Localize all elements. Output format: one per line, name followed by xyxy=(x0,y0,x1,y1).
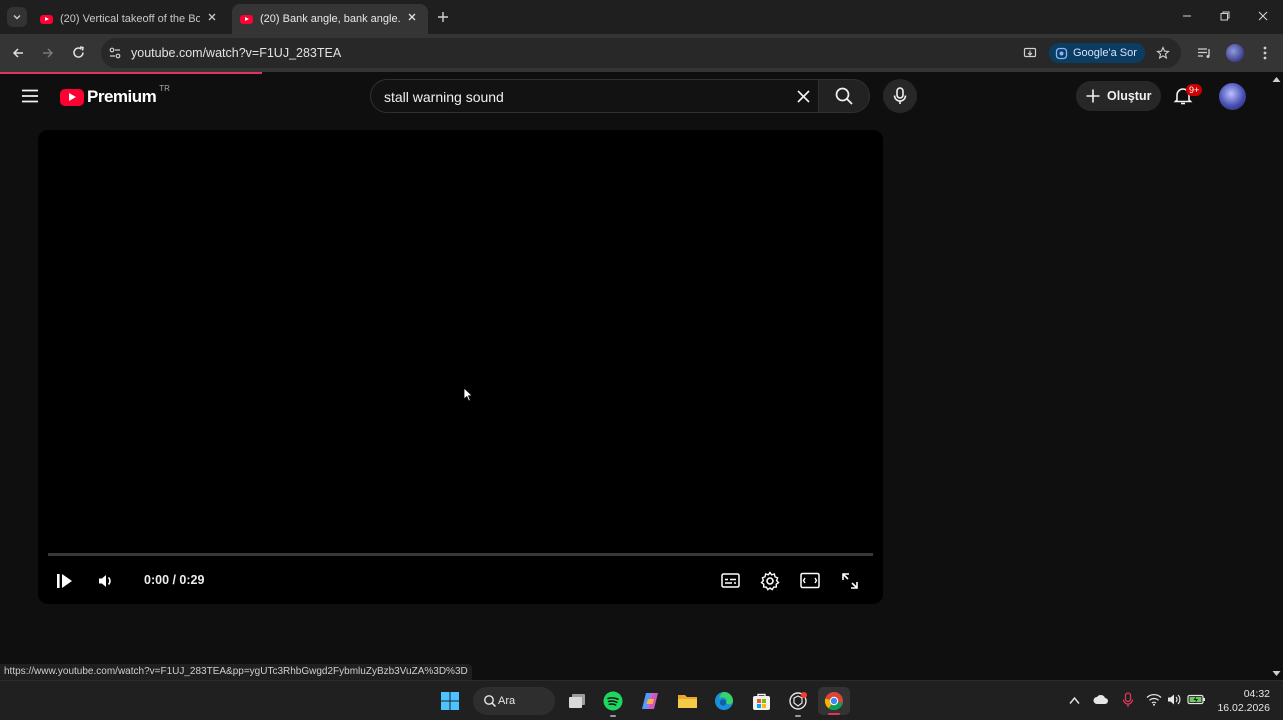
edge-icon xyxy=(715,692,733,710)
folder-icon xyxy=(677,695,697,708)
youtube-premium-logo[interactable]: Premium TR xyxy=(60,83,170,108)
store-icon xyxy=(752,693,770,710)
tab-strip: (20) Vertical takeoff of the Boeing (20)… xyxy=(0,0,1283,34)
task-view-button[interactable] xyxy=(565,689,589,713)
video-player[interactable]: 0:00 / 0:29 xyxy=(38,130,883,604)
plus-icon xyxy=(1086,89,1100,103)
youtube-header: Premium TR stall warning sound Oluştur 9… xyxy=(0,74,1270,118)
close-tab-icon[interactable] xyxy=(206,11,218,23)
active-app-indicator xyxy=(828,713,840,715)
taskbar-clock[interactable]: 04:32 16.02.2026 xyxy=(1212,687,1270,715)
media-controls-icon[interactable] xyxy=(1197,46,1212,60)
browser-toolbar: youtube.com/watch?v=F1UJ_283TEA Google'a… xyxy=(0,34,1283,72)
openai-icon xyxy=(789,692,807,710)
subtitles-icon[interactable] xyxy=(721,572,740,589)
address-bar[interactable]: youtube.com/watch?v=F1UJ_283TEA Google'a… xyxy=(101,38,1181,68)
microsoft-store-app[interactable] xyxy=(749,689,773,713)
battery-charging-icon[interactable] xyxy=(1187,693,1206,706)
clock-date: 16.02.2026 xyxy=(1217,702,1270,714)
lens-icon xyxy=(1055,47,1068,59)
restore-window-icon[interactable] xyxy=(1219,10,1231,22)
more-options-icon[interactable] xyxy=(1258,45,1272,61)
spotify-app[interactable] xyxy=(601,689,625,717)
running-indicator xyxy=(795,715,801,717)
search-icon xyxy=(484,695,497,708)
windows-taskbar: Ara 04:32 16.02.2026 xyxy=(0,680,1283,720)
close-window-icon[interactable] xyxy=(1257,10,1269,22)
profile-avatar[interactable] xyxy=(1226,44,1244,62)
copilot-icon xyxy=(642,693,658,709)
running-indicator xyxy=(610,715,616,717)
close-tab-icon[interactable] xyxy=(406,11,418,23)
reload-icon[interactable] xyxy=(71,45,86,60)
copilot-app[interactable] xyxy=(638,689,662,713)
page-scrollbar[interactable] xyxy=(1270,74,1283,680)
wifi-icon[interactable] xyxy=(1146,693,1162,706)
ask-google-button[interactable]: Google'a Sor xyxy=(1049,43,1145,63)
chatgpt-app[interactable] xyxy=(786,689,810,717)
browser-tab-title: (20) Bank angle, bank angle. Pull xyxy=(260,13,400,25)
create-label: Oluştur xyxy=(1107,89,1152,103)
file-explorer-app[interactable] xyxy=(675,689,699,713)
install-app-icon[interactable] xyxy=(1023,46,1037,60)
youtube-logo-icon xyxy=(60,88,84,106)
search-button[interactable] xyxy=(818,79,870,113)
progress-bar[interactable] xyxy=(48,553,873,556)
chevron-down-icon xyxy=(13,15,21,20)
status-url-bubble: https://www.youtube.com/watch?v=F1UJ_283… xyxy=(0,664,472,680)
scroll-up-icon[interactable] xyxy=(1272,76,1281,83)
time-display: 0:00 / 0:29 xyxy=(144,573,205,587)
minimize-window-icon[interactable] xyxy=(1181,10,1193,22)
account-avatar[interactable] xyxy=(1219,83,1246,110)
volume-icon[interactable] xyxy=(97,572,115,590)
theater-mode-icon[interactable] xyxy=(800,572,820,589)
edge-app[interactable] xyxy=(712,689,736,713)
scroll-down-icon[interactable] xyxy=(1272,670,1281,677)
microphone-in-use-icon[interactable] xyxy=(1122,692,1134,708)
chrome-icon xyxy=(824,692,843,711)
onedrive-icon[interactable] xyxy=(1093,694,1109,705)
ask-google-label: Google'a Sor xyxy=(1073,47,1137,59)
bookmark-star-icon[interactable] xyxy=(1156,46,1170,60)
youtube-favicon-icon xyxy=(240,14,253,24)
start-button[interactable] xyxy=(438,689,462,713)
browser-tab-1[interactable]: (20) Vertical takeoff of the Boeing xyxy=(32,4,228,34)
play-icon[interactable] xyxy=(56,573,74,589)
tab-search-button[interactable] xyxy=(7,7,27,27)
url-text: youtube.com/watch?v=F1UJ_283TEA xyxy=(131,46,342,60)
task-view-icon xyxy=(569,694,585,708)
site-info-icon[interactable] xyxy=(108,46,122,60)
logo-text: Premium xyxy=(87,87,157,106)
clear-search-icon[interactable] xyxy=(796,89,811,104)
spotify-icon xyxy=(603,691,623,711)
region-code: TR xyxy=(159,83,170,93)
clock-time: 04:32 xyxy=(1243,688,1270,700)
new-tab-icon[interactable] xyxy=(436,10,450,24)
volume-tray-icon[interactable] xyxy=(1167,693,1182,706)
fullscreen-icon[interactable] xyxy=(841,572,859,590)
windows-start-icon xyxy=(441,692,459,710)
search-box[interactable]: stall warning sound xyxy=(370,79,818,113)
mic-icon xyxy=(893,87,907,104)
chrome-app[interactable] xyxy=(818,687,850,715)
taskbar-search[interactable]: Ara xyxy=(473,687,555,715)
youtube-favicon-icon xyxy=(40,14,53,24)
notification-badge: 9+ xyxy=(1186,84,1203,96)
mouse-cursor-icon xyxy=(463,387,473,402)
search-icon xyxy=(835,87,853,105)
search-input[interactable]: stall warning sound xyxy=(384,89,504,105)
browser-tab-2-active[interactable]: (20) Bank angle, bank angle. Pull xyxy=(232,4,428,34)
settings-icon[interactable] xyxy=(760,571,780,591)
create-button[interactable]: Oluştur xyxy=(1076,81,1161,111)
taskbar-search-label: Ara xyxy=(498,695,516,707)
show-hidden-icons-icon[interactable] xyxy=(1069,696,1080,705)
browser-tab-title: (20) Vertical takeoff of the Boeing xyxy=(60,13,200,25)
voice-search-button[interactable] xyxy=(883,79,917,113)
menu-icon[interactable] xyxy=(21,88,39,104)
forward-icon[interactable] xyxy=(41,46,55,60)
back-icon[interactable] xyxy=(11,46,25,60)
